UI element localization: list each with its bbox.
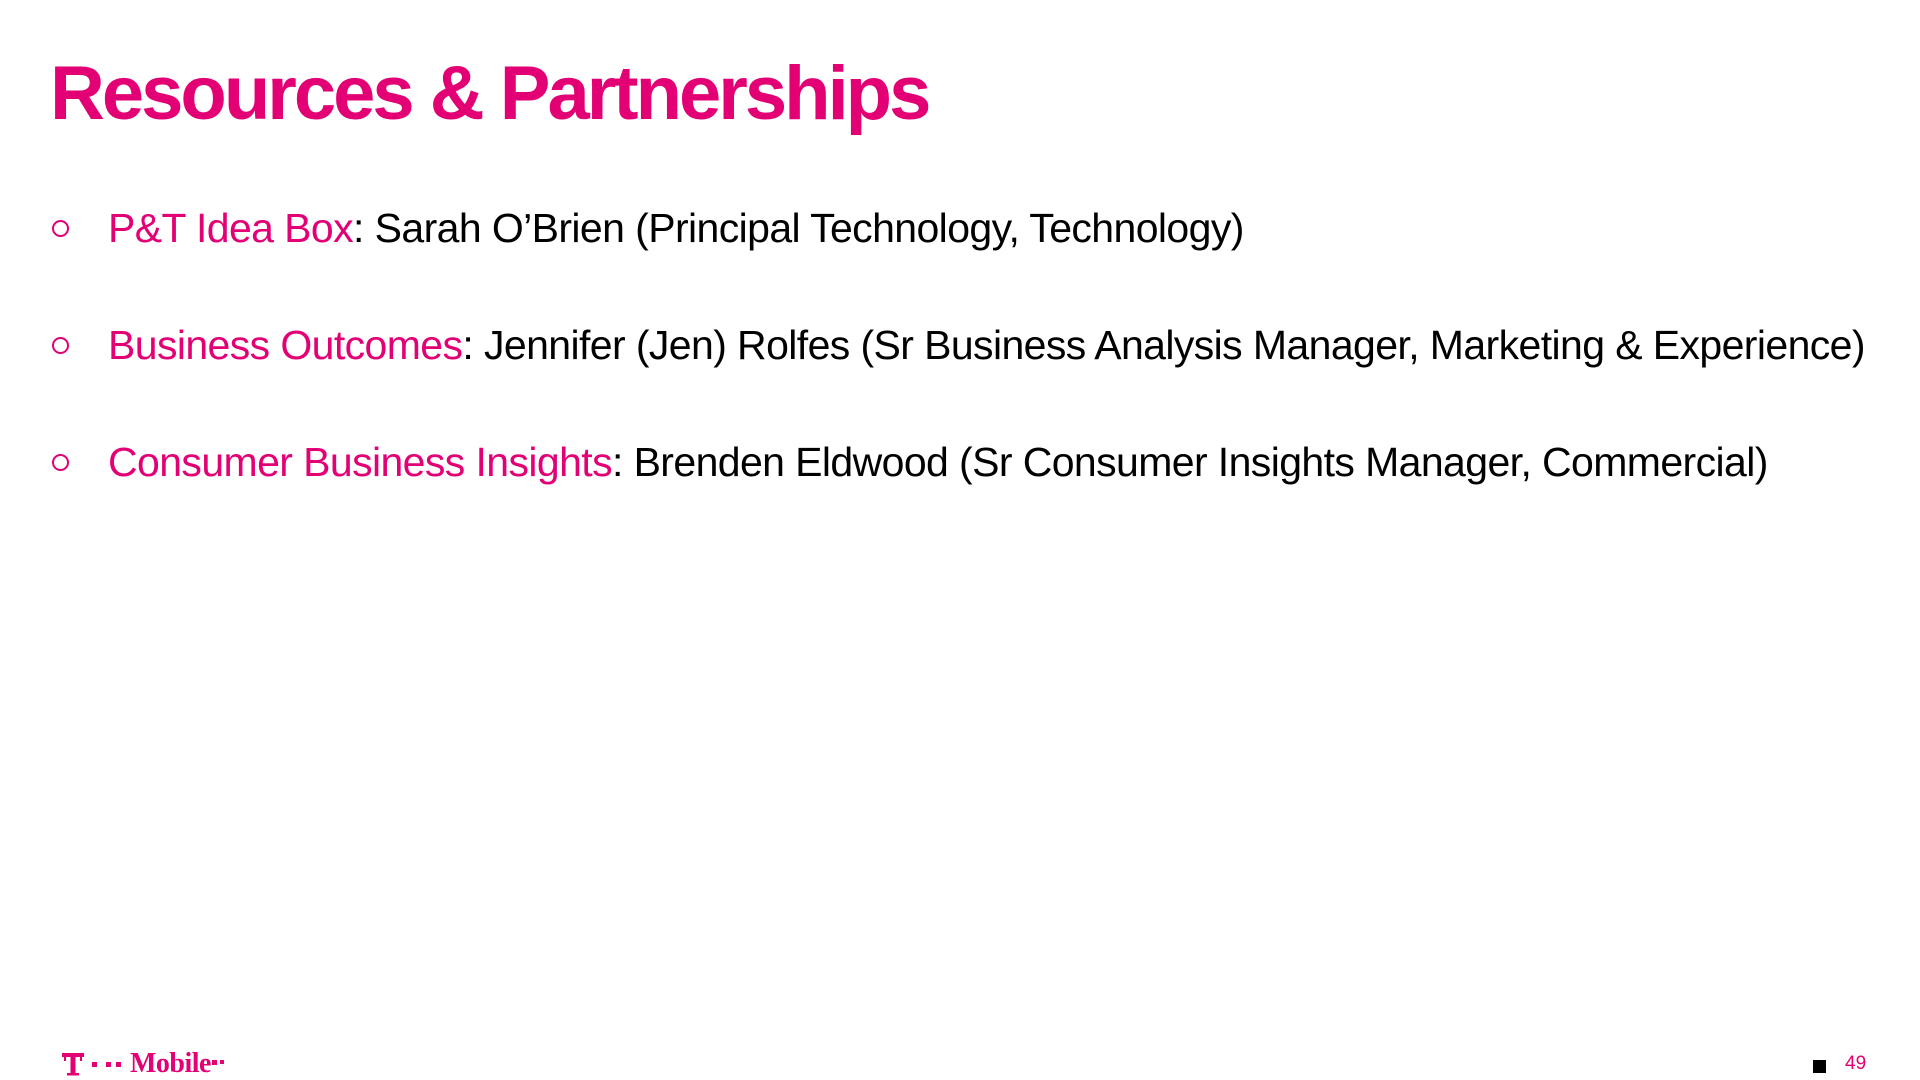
bullet-topic: Consumer Business Insights [108, 439, 613, 485]
bullet-separator: : [353, 205, 364, 251]
bullet-text: Consumer Business Insights: Brenden Eldw… [108, 434, 1768, 490]
bullet-person: Brenden Eldwood [633, 439, 949, 485]
bullet-role: (Principal Technology, Technology) [635, 205, 1244, 251]
hollow-circle-icon [52, 317, 108, 373]
bullet-item-business-outcomes: Business Outcomes: Jennifer (Jen) Rolfes… [52, 317, 1866, 434]
bullet-topic: P&T Idea Box [108, 205, 354, 251]
hollow-circle-icon [52, 200, 108, 256]
logo-wordmark: Mobile [130, 1048, 212, 1079]
bullet-item-idea-box: P&T Idea Box: Sarah O’Brien (Principal T… [52, 200, 1865, 317]
page-number: 49 [1845, 1053, 1867, 1074]
bullet-item-consumer-insights: Consumer Business Insights: Brenden Eldw… [52, 434, 1865, 551]
bullet-text: P&T Idea Box: Sarah O’Brien (Principal T… [108, 200, 1244, 256]
bullet-text: Business Outcomes: Jennifer (Jen) Rolfes… [108, 317, 1866, 373]
bullet-list: P&T Idea Box: Sarah O’Brien (Principal T… [52, 200, 1866, 551]
bullet-person: Jennifer (Jen) Rolfes [484, 322, 850, 368]
bullet-role: (Sr Consumer Insights Manager, Commercia… [959, 439, 1768, 485]
bullet-person: Sarah O’Brien [374, 205, 625, 251]
logo-dots-icon [212, 1060, 224, 1065]
slide-title: Resources & Partnerships [50, 51, 931, 136]
bullet-role: (Sr Business Analysis Manager, Marketing… [860, 322, 1865, 368]
square-icon [1813, 1060, 1826, 1073]
t-mobile-logo: Mobile [62, 1048, 225, 1080]
bullet-topic: Business Outcomes [108, 322, 463, 368]
t-logo-icon [62, 1053, 121, 1076]
hollow-circle-icon [52, 434, 108, 490]
bullet-separator: : [462, 322, 474, 368]
bullet-separator: : [611, 439, 623, 485]
